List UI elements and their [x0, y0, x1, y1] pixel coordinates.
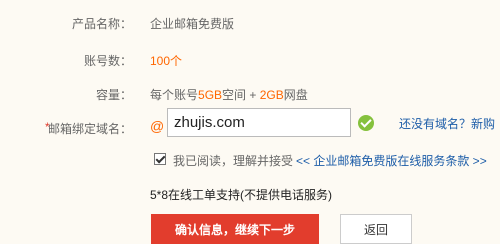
no-domain-buy-link[interactable]: 还没有域名？新购	[399, 115, 495, 132]
capacity-value: 每个账号5GB空间 + 2GB网盘	[150, 86, 308, 103]
product-name-label: 产品名称：	[71, 17, 132, 31]
agreement-text: 我已阅读，理解并接受	[173, 154, 294, 168]
agreement-checkbox[interactable]	[154, 153, 166, 165]
capacity-prefix: 每个账号	[150, 88, 199, 102]
product-name-value: 企业邮箱免费版	[150, 17, 235, 31]
account-count-value: 100个	[150, 54, 183, 68]
support-note: 5*8在线工单支持(不提供电话服务)	[150, 188, 333, 202]
disk-capacity: 2GB	[259, 88, 284, 102]
valid-check-icon	[358, 115, 374, 131]
capacity-label: 容量：	[95, 88, 132, 102]
account-count-label: 账号数：	[83, 54, 132, 68]
disk-capacity-suffix: 网盘	[283, 88, 308, 102]
at-sign: @	[150, 118, 165, 134]
terms-link[interactable]: << 企业邮箱免费版在线服务条款 >>	[296, 152, 487, 169]
domain-label: 邮箱绑定域名：	[47, 122, 132, 136]
mail-capacity-suffix: 空间 +	[222, 88, 260, 102]
mail-capacity: 5GB	[198, 88, 223, 102]
domain-input[interactable]	[167, 108, 351, 137]
